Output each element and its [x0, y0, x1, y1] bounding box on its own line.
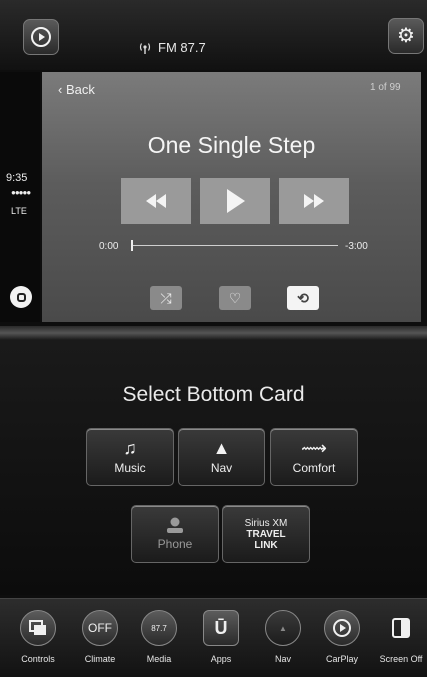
- card-label: Music: [114, 461, 146, 475]
- card-label: Phone: [157, 537, 193, 551]
- navigation-arrow-icon: ▲: [212, 438, 231, 458]
- card-label: Nav: [210, 461, 233, 475]
- home-icon: [16, 292, 26, 302]
- chevron-left-icon: ‹: [58, 82, 63, 97]
- person-icon: [167, 517, 183, 533]
- carplay-status-strip: [0, 72, 40, 322]
- phone-card-button[interactable]: Phone: [131, 505, 219, 563]
- screen-off-dock-button[interactable]: Screen Off: [376, 610, 426, 664]
- carplay-icon: [324, 610, 360, 646]
- network-type: LTE: [11, 206, 27, 216]
- elapsed-time: 0:00: [99, 241, 119, 252]
- controls-dock-button[interactable]: Controls: [13, 610, 63, 664]
- dock-label: Controls: [21, 654, 55, 664]
- music-card-button[interactable]: ♫ Music: [86, 428, 174, 486]
- gear-icon: ⚙: [397, 25, 415, 47]
- media-dock-button[interactable]: 87.7 Media: [134, 610, 184, 664]
- nav-dock-button[interactable]: ▲ Nav: [258, 610, 308, 664]
- media-icon: 87.7: [141, 610, 177, 646]
- play-icon: [227, 189, 245, 213]
- card-selector-title: Select Bottom Card: [122, 383, 305, 406]
- dock-label: Nav: [274, 654, 291, 664]
- signal-strength: ●●●●●: [11, 188, 31, 197]
- track-count: 1 of 99: [370, 82, 401, 93]
- favorite-button[interactable]: ♡: [219, 286, 251, 310]
- nav-card-button[interactable]: ▲ Nav: [178, 428, 265, 486]
- status-time: 9:35: [6, 172, 28, 184]
- heart-icon: ♡: [228, 289, 242, 306]
- radio-signal-icon: [139, 42, 151, 54]
- link-text: LINK: [254, 539, 278, 551]
- seat-climate-icon: ⟿: [301, 438, 327, 458]
- dock-label: Climate: [84, 654, 116, 664]
- carplay-dock-button[interactable]: CarPlay: [317, 610, 367, 664]
- climate-dock-button[interactable]: OFF Climate: [75, 610, 125, 664]
- repeat-button[interactable]: ⟲: [287, 286, 319, 310]
- progress-bar[interactable]: [132, 245, 338, 246]
- nav-icon: ▲: [265, 610, 301, 646]
- screen-off-icon: [383, 610, 419, 646]
- apps-dock-button[interactable]: Ū Apps: [196, 610, 246, 664]
- top-bar: [0, 0, 427, 70]
- controls-icon: [20, 610, 56, 646]
- song-title: One Single Step: [147, 132, 316, 158]
- rewind-button[interactable]: [121, 178, 191, 224]
- dock-label: Media: [146, 654, 172, 664]
- radio-station[interactable]: FM 87.7: [138, 40, 206, 55]
- music-note-icon: ♫: [123, 438, 137, 458]
- dock-label: CarPlay: [325, 654, 358, 664]
- carplay-home-button-small[interactable]: [10, 286, 32, 308]
- apps-icon: Ū: [203, 610, 239, 646]
- climate-off-icon: OFF: [82, 610, 118, 646]
- card-label: Comfort: [292, 461, 336, 475]
- settings-button[interactable]: ⚙: [388, 18, 424, 54]
- shuffle-button[interactable]: ⤮: [150, 286, 182, 310]
- shuffle-icon: ⤮: [160, 289, 172, 306]
- fast-forward-button[interactable]: [279, 178, 349, 224]
- remaining-time: -3:00: [345, 241, 368, 252]
- dock-label: Apps: [210, 654, 232, 664]
- fast-forward-icon: [304, 194, 324, 208]
- repeat-icon: ⟲: [297, 289, 309, 306]
- travel-text: TRAVEL: [246, 528, 286, 540]
- back-button[interactable]: ‹ Back: [58, 82, 95, 97]
- back-label: Back: [65, 82, 95, 97]
- siriusxm-logo-text: Sirius XM: [244, 517, 288, 529]
- comfort-card-button[interactable]: ⟿ Comfort: [270, 428, 358, 486]
- station-label: FM 87.7: [158, 40, 206, 55]
- play-button[interactable]: [200, 178, 270, 224]
- rewind-icon: [146, 194, 166, 208]
- carplay-home-button[interactable]: [23, 19, 59, 55]
- siriusxm-travel-link-button[interactable]: Sirius XM TRAVEL LINK: [222, 505, 310, 563]
- carplay-icon: [31, 27, 51, 47]
- dock-label: Screen Off: [379, 654, 423, 664]
- panel-divider[interactable]: [0, 326, 427, 340]
- progress-handle[interactable]: [131, 240, 133, 251]
